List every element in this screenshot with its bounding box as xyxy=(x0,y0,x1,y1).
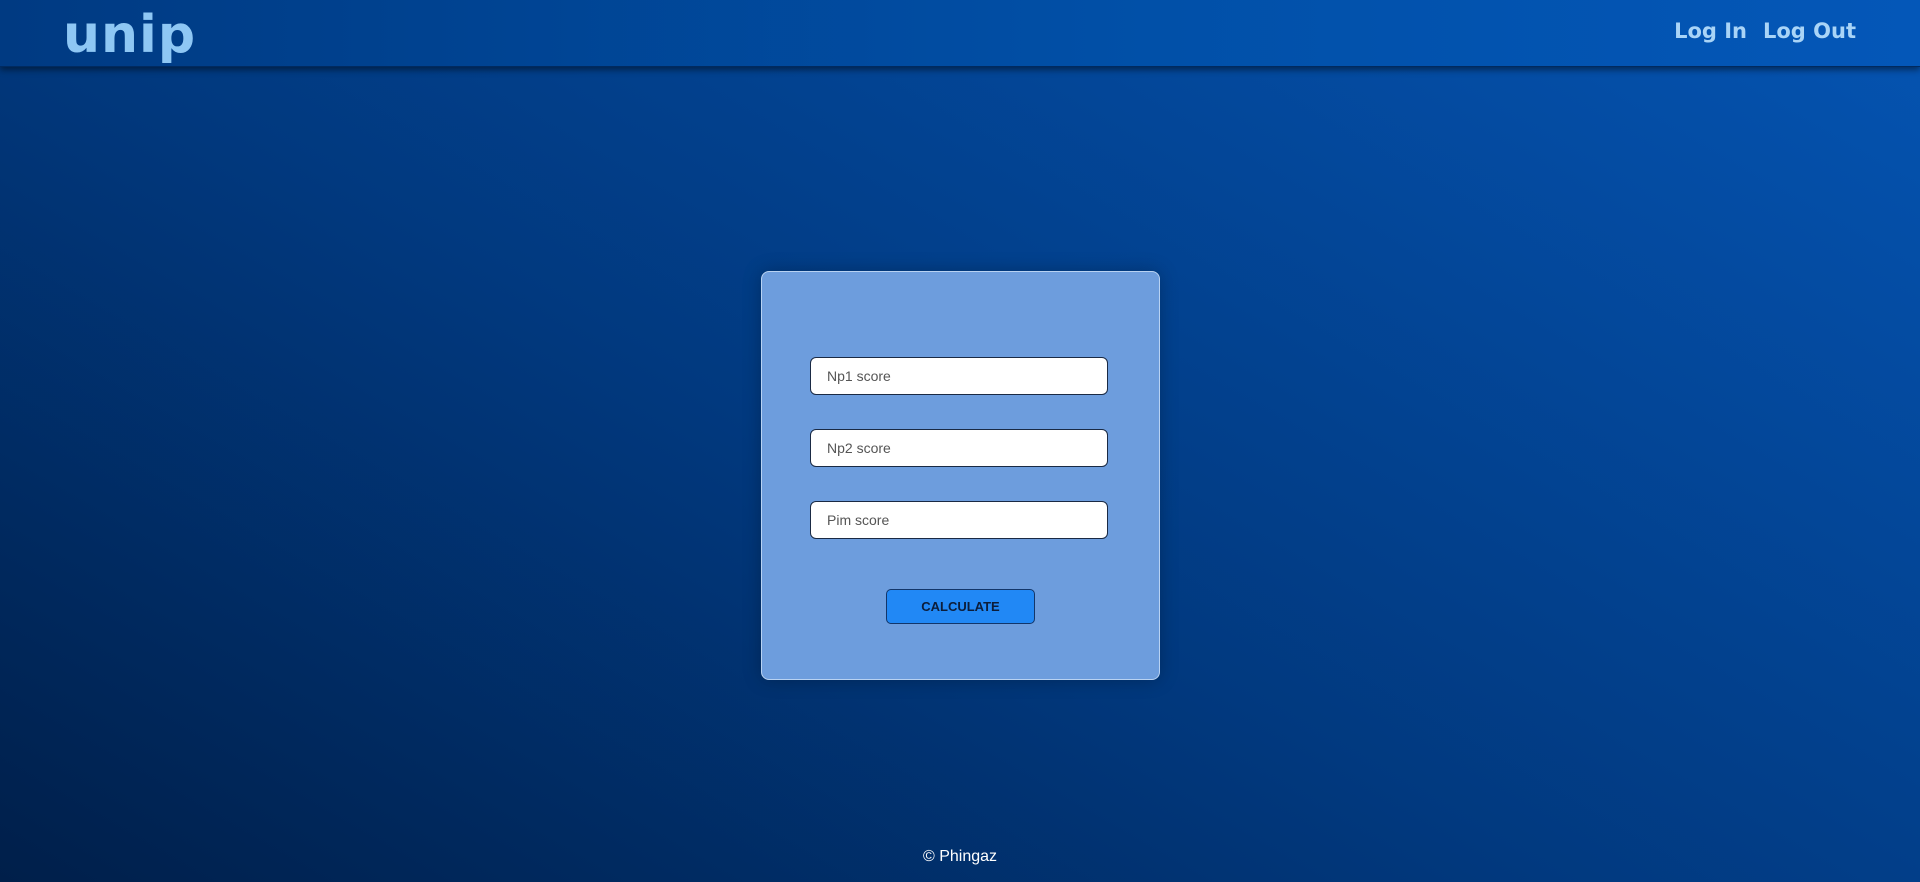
np2-score-input[interactable] xyxy=(810,429,1108,467)
app-logo[interactable]: unip xyxy=(63,4,196,66)
top-navbar: unip Log In Log Out xyxy=(0,0,1920,67)
pim-score-input[interactable] xyxy=(810,501,1108,539)
calculate-button[interactable]: CALCULATE xyxy=(886,589,1035,624)
logout-link[interactable]: Log Out xyxy=(1763,19,1856,43)
auth-nav: Log In Log Out xyxy=(1674,19,1856,43)
login-link[interactable]: Log In xyxy=(1674,19,1747,43)
score-calculator-card: CALCULATE xyxy=(761,271,1160,680)
np1-score-input[interactable] xyxy=(810,357,1108,395)
footer-copyright: © Phingaz xyxy=(922,848,998,865)
